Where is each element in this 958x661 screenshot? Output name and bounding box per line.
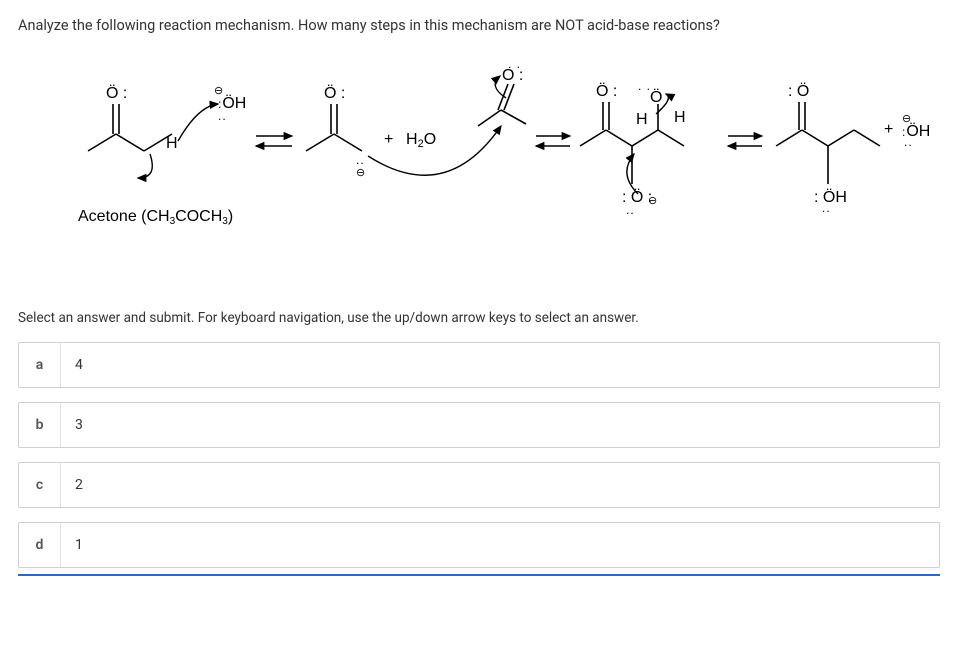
option-letter: d bbox=[19, 523, 61, 567]
svg-text:..: .. bbox=[904, 135, 913, 149]
option-a[interactable]: a 4 bbox=[18, 342, 940, 388]
svg-text:. .: . . bbox=[638, 79, 651, 93]
question-text: Analyze the following reaction mechanism… bbox=[18, 16, 940, 36]
acetone-label: Acetone (CH3COCH3) bbox=[78, 208, 233, 227]
svg-text:⊖: ⊖ bbox=[214, 85, 223, 97]
svg-text:..: .. bbox=[356, 153, 365, 167]
svg-text:Ö :: Ö : bbox=[596, 82, 617, 100]
svg-text:..: .. bbox=[218, 109, 227, 123]
option-letter: b bbox=[19, 403, 61, 447]
svg-text:..: .. bbox=[822, 201, 831, 215]
option-text: 2 bbox=[61, 463, 939, 507]
reaction-mechanism-diagram: .bond { stroke:#000; stroke-width:1.6; f… bbox=[18, 56, 940, 286]
plus-1: + bbox=[384, 131, 393, 148]
option-text: 3 bbox=[61, 403, 939, 447]
mechanism-svg: .bond { stroke:#000; stroke-width:1.6; f… bbox=[38, 56, 938, 286]
svg-text:Ö: Ö bbox=[650, 88, 662, 106]
option-text: 4 bbox=[61, 343, 939, 387]
svg-text:Ö :: Ö : bbox=[106, 84, 127, 102]
svg-text:H: H bbox=[636, 111, 648, 128]
option-d[interactable]: d 1 bbox=[18, 522, 940, 568]
water-label: H2O bbox=[406, 131, 436, 150]
option-b[interactable]: b 3 bbox=[18, 402, 940, 448]
svg-text:H: H bbox=[166, 135, 178, 152]
svg-text:Ö :: Ö : bbox=[324, 84, 345, 102]
option-letter: c bbox=[19, 463, 61, 507]
navigation-instruction: Select an answer and submit. For keyboar… bbox=[18, 310, 940, 326]
svg-text:H: H bbox=[674, 109, 686, 126]
plus-2: + bbox=[884, 121, 893, 138]
option-text: 1 bbox=[61, 523, 939, 567]
svg-text:: Ö: : Ö bbox=[788, 82, 809, 100]
svg-text:..: .. bbox=[626, 203, 635, 217]
svg-text:⊖: ⊖ bbox=[356, 167, 365, 179]
svg-text:⊖: ⊖ bbox=[648, 195, 657, 207]
answer-options: a 4 b 3 c 2 d 1 bbox=[18, 342, 940, 576]
svg-text:O :: O : bbox=[502, 67, 523, 84]
option-letter: a bbox=[19, 343, 61, 387]
option-c[interactable]: c 2 bbox=[18, 462, 940, 508]
